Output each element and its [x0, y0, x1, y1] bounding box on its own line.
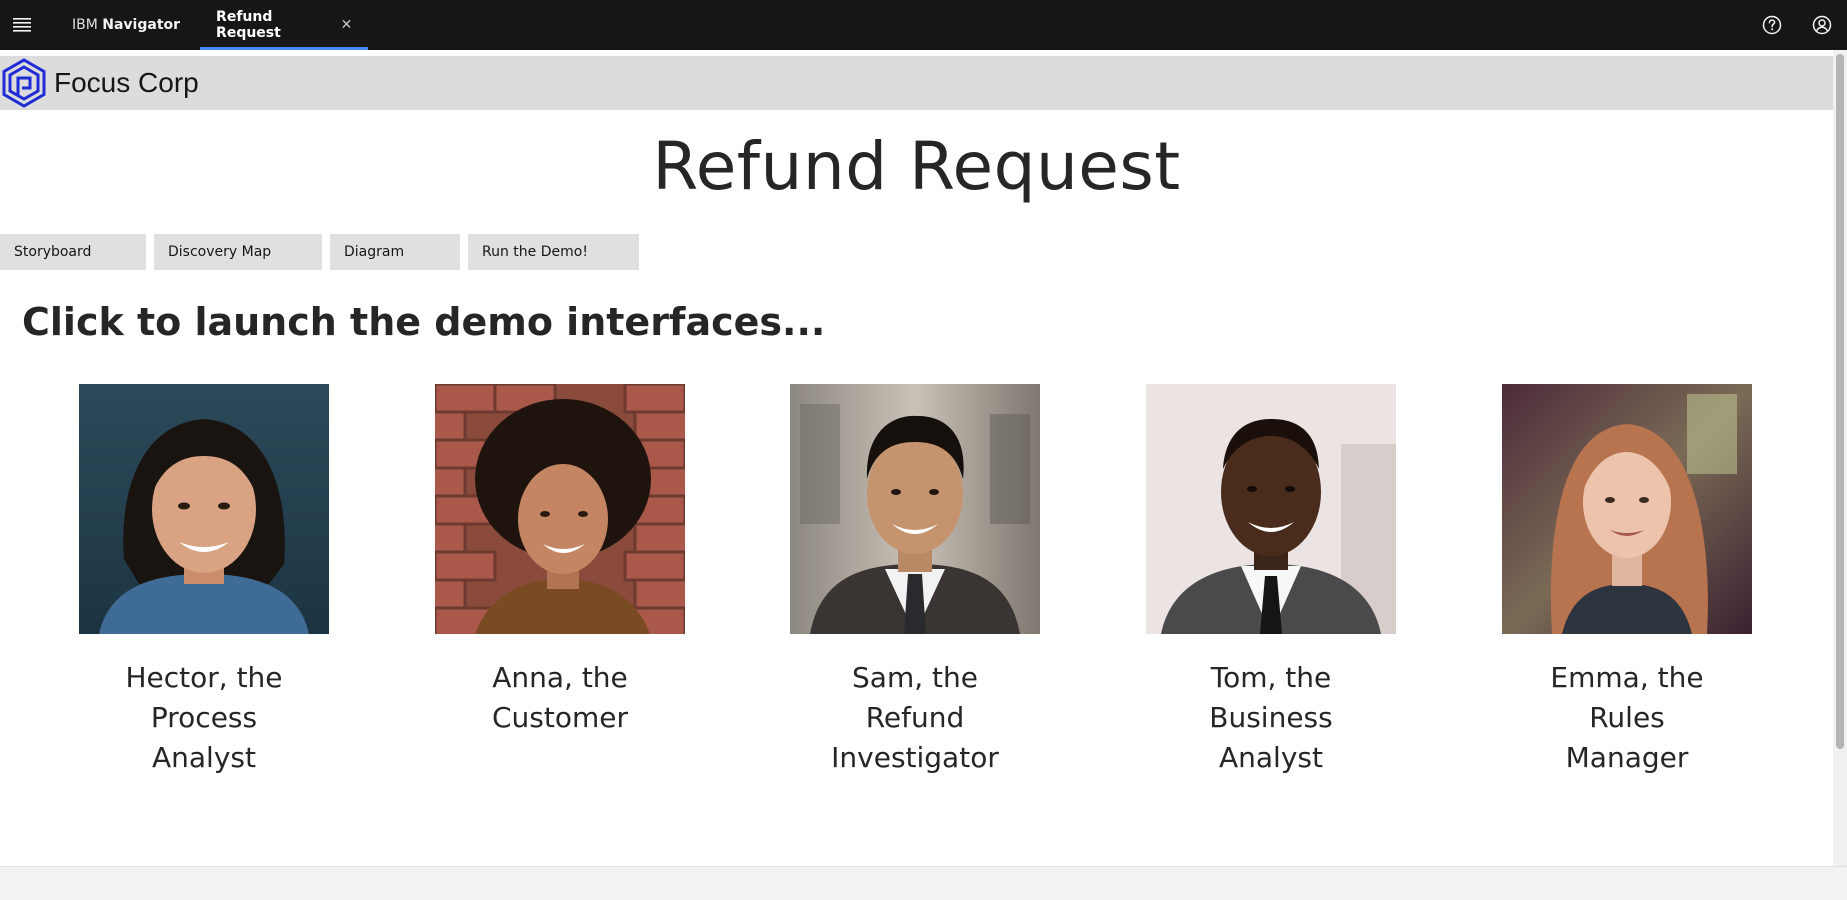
persona-name-line: Investigator [831, 741, 999, 774]
content-frame: Focus Corp Refund Request Storyboard Dis… [0, 50, 1833, 866]
persona-name-hector[interactable]: Hector, the Process Analyst [79, 658, 329, 778]
persona-name-line: Process [150, 701, 258, 734]
persona-card-hector[interactable]: Hector, the Process Analyst [79, 384, 329, 778]
launch-heading: Click to launch the demo interfaces... [22, 300, 826, 344]
topbar-actions [1747, 0, 1847, 50]
menu-icon[interactable] [0, 0, 44, 50]
persona-name-tom[interactable]: Tom, the Business Analyst [1146, 658, 1396, 778]
close-icon[interactable]: ✕ [337, 15, 356, 35]
app-name: Navigator [102, 17, 181, 33]
persona-name-line: Analyst [152, 741, 256, 774]
persona-card-anna[interactable]: Anna, the Customer [435, 384, 685, 738]
persona-name-line: Anna, the [492, 661, 628, 694]
app-home-link[interactable]: IBM Navigator [52, 0, 200, 50]
app-name-prefix: IBM [72, 17, 98, 33]
page-title: Refund Request [652, 128, 1181, 205]
persona-name-line: Analyst [1219, 741, 1323, 774]
persona-name-anna[interactable]: Anna, the Customer [435, 658, 685, 738]
top-navigation-bar: IBM Navigator Refund Request ✕ [0, 0, 1847, 50]
persona-name-line: Emma, the [1550, 661, 1704, 694]
persona-name-emma[interactable]: Emma, the Rules Manager [1502, 658, 1752, 778]
persona-name-sam[interactable]: Sam, the Refund Investigator [790, 658, 1040, 778]
run-demo-button[interactable]: Run the Demo! [468, 234, 639, 270]
emma-portrait-image[interactable] [1502, 384, 1752, 634]
bottom-status-strip [0, 866, 1847, 900]
tom-portrait-image[interactable] [1146, 384, 1396, 634]
tab-label: Refund Request [216, 9, 281, 41]
brand-name: Focus Corp [54, 67, 199, 98]
brand-header: Focus Corp [0, 56, 1833, 110]
storyboard-button[interactable]: Storyboard [0, 234, 146, 270]
persona-name-line: Sam, the [852, 661, 978, 694]
anna-portrait-image[interactable] [435, 384, 685, 634]
persona-card-sam[interactable]: Sam, the Refund Investigator [790, 384, 1040, 778]
user-avatar-icon[interactable] [1797, 0, 1847, 50]
diagram-button[interactable]: Diagram [330, 234, 460, 270]
persona-name-line: Hector, the [125, 661, 283, 694]
tab-refund-request[interactable]: Refund Request ✕ [200, 0, 369, 50]
persona-card-emma[interactable]: Emma, the Rules Manager [1502, 384, 1752, 778]
hector-portrait-image[interactable] [79, 384, 329, 634]
persona-name-line: Manager [1565, 741, 1689, 774]
focus-corp-logo-icon [2, 58, 46, 108]
persona-card-tom[interactable]: Tom, the Business Analyst [1146, 384, 1396, 778]
persona-name-line: Business [1209, 701, 1333, 734]
vertical-scrollbar[interactable] [1833, 50, 1847, 866]
persona-name-line: Refund [865, 701, 965, 734]
discovery-map-button[interactable]: Discovery Map [154, 234, 322, 270]
scrollbar-thumb[interactable] [1836, 54, 1844, 749]
persona-name-line: Rules [1589, 701, 1665, 734]
help-icon[interactable] [1747, 0, 1797, 50]
persona-name-line: Tom, the [1210, 661, 1332, 694]
sam-portrait-image[interactable] [790, 384, 1040, 634]
persona-name-line: Customer [491, 701, 628, 734]
